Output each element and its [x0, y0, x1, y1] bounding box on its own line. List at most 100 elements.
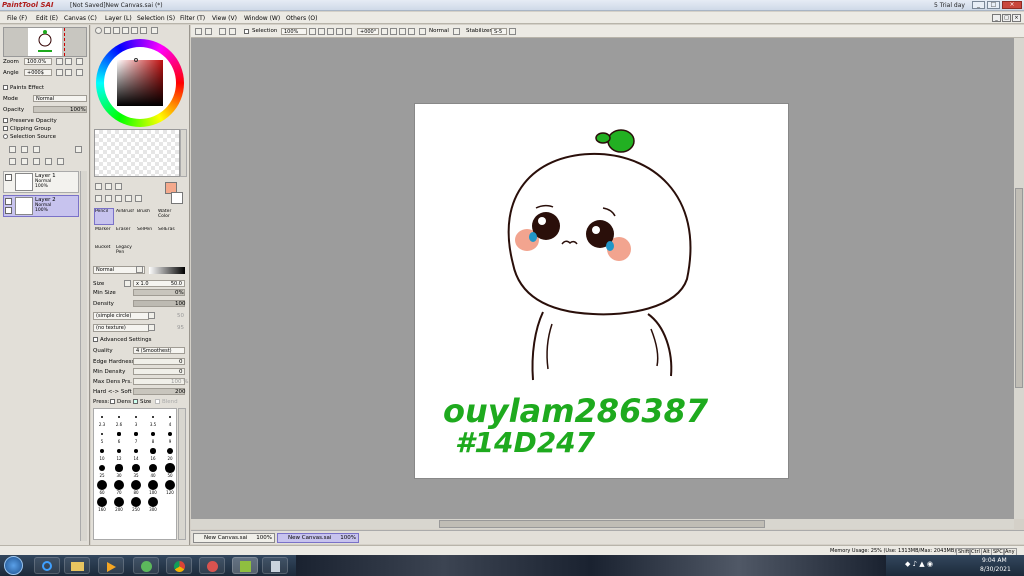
tool-airbrush[interactable]: AirBrush [115, 208, 135, 225]
size-slider[interactable]: x 1.0 50.0 [133, 280, 185, 287]
color-picker-cursor-icon[interactable] [134, 58, 138, 62]
pressure-blend-checkbox[interactable] [155, 399, 160, 404]
shape-dropdown-arrow-icon[interactable] [148, 312, 155, 319]
drawing-canvas[interactable]: ouylam286387 #14D247 [415, 104, 788, 478]
rotate-reset-icon[interactable] [408, 28, 415, 35]
layer-edit-pen-icon[interactable] [5, 207, 12, 214]
brush-size-preset[interactable]: 50 [162, 462, 178, 478]
brush-size-preset[interactable]: 160 [94, 496, 110, 512]
brush-edge-presets[interactable] [149, 267, 185, 274]
explorer-taskbar-icon[interactable] [64, 557, 90, 574]
menu-others[interactable]: Others (O) [286, 15, 317, 22]
start-button-icon[interactable] [4, 556, 23, 575]
toolbar-zoom-fit-icon[interactable] [345, 28, 352, 35]
mdi-minimize-icon[interactable]: _ [992, 14, 1001, 22]
toolbar-zoom-select[interactable]: 100% [281, 28, 307, 35]
tool-bucket[interactable]: Bucket [94, 244, 114, 261]
new-linework-layer-icon[interactable] [21, 146, 28, 153]
min-density-slider[interactable] [133, 368, 185, 375]
edge-hardness-slider[interactable] [133, 358, 185, 365]
brush-size-preset[interactable]: 70 [111, 479, 127, 495]
tool-water-color[interactable]: Water Color [157, 208, 177, 225]
zoom-field[interactable]: 100.0% [24, 58, 52, 65]
toolbar-blend-mode[interactable]: Normal [429, 28, 449, 34]
saturation-value-square[interactable] [117, 60, 163, 106]
brush-size-preset[interactable]: 30 [111, 462, 127, 478]
stabilizer-select[interactable]: S-5 [491, 28, 507, 35]
mdi-restore-icon[interactable]: □ [1002, 14, 1011, 22]
tool-seleras[interactable]: SelEras [157, 226, 177, 243]
scratchpad-mode-icon[interactable] [140, 27, 147, 34]
brush-size-preset[interactable]: 20 [162, 445, 178, 461]
new-layer-icon[interactable] [9, 146, 16, 153]
brush-size-scrollbar[interactable] [178, 408, 186, 540]
pressure-size-checkbox[interactable] [133, 399, 138, 404]
swatches-mode-icon[interactable] [131, 27, 138, 34]
deselect-icon[interactable] [219, 28, 226, 35]
brush-size-preset[interactable]: 16 [145, 445, 161, 461]
tool-brush[interactable]: Brush [136, 208, 156, 225]
brush-size-preset[interactable]: 3.5 [145, 411, 161, 427]
vertical-scrollbar[interactable] [1014, 38, 1024, 519]
tool-pencil[interactable]: Pencil [94, 208, 114, 225]
new-folder-icon[interactable] [33, 146, 40, 153]
brush-size-preset[interactable]: 6 [111, 428, 127, 444]
color-options-icon[interactable] [151, 27, 158, 34]
size-lock-icon[interactable] [124, 280, 131, 287]
document-tab-1[interactable]: New Canvas.sai 100% [193, 533, 275, 543]
chrome-taskbar-icon[interactable] [166, 557, 192, 574]
tool-eraser[interactable]: Eraser [115, 226, 135, 243]
hue-ring[interactable] [96, 39, 184, 127]
selection-tool-icon[interactable] [95, 183, 102, 190]
brush-size-preset[interactable]: 4 [162, 411, 178, 427]
selection-source-checkbox[interactable] [3, 134, 8, 139]
brush-size-preset[interactable]: 120 [162, 479, 178, 495]
clipping-group-checkbox[interactable] [3, 126, 8, 131]
scratchpad[interactable] [94, 129, 180, 177]
tool-marker[interactable]: Marker [94, 226, 114, 243]
toolbar-angle-select[interactable]: +000° [357, 28, 379, 35]
zoom-out-icon[interactable] [56, 58, 63, 65]
brush-size-preset[interactable]: 60 [94, 479, 110, 495]
angle-field[interactable]: +000$ [24, 69, 52, 76]
eyedropper-tool-icon[interactable] [135, 195, 142, 202]
menu-layer[interactable]: Layer (L) [105, 15, 132, 22]
brush-size-preset[interactable]: 2.3 [94, 411, 110, 427]
horizontal-scroll-thumb[interactable] [439, 520, 765, 528]
move-tool-icon[interactable] [95, 195, 102, 202]
painttool-sai-taskbar-icon[interactable] [232, 557, 258, 574]
rotate-tool-icon[interactable] [115, 195, 122, 202]
brush-size-preset[interactable]: 300 [145, 496, 161, 512]
texture-dropdown-arrow-icon[interactable] [148, 324, 155, 331]
lasso-tool-icon[interactable] [105, 183, 112, 190]
brush-size-preset[interactable]: 25 [94, 462, 110, 478]
merge-down-icon[interactable] [21, 158, 28, 165]
palette-mode-icon[interactable] [122, 27, 129, 34]
layer-visibility-eye-icon[interactable] [5, 198, 12, 205]
zoom-tool-icon[interactable] [105, 195, 112, 202]
stabilizer-dropdown-icon[interactable] [509, 28, 516, 35]
brush-size-preset[interactable]: 10 [94, 445, 110, 461]
flip-icon[interactable] [76, 69, 83, 76]
toolbar-zoom-in-icon[interactable] [327, 28, 334, 35]
preserve-opacity-checkbox[interactable] [3, 118, 8, 123]
quality-select[interactable]: 4 (Smoothest) [133, 347, 185, 354]
mdi-close-icon[interactable]: × [1012, 14, 1021, 22]
zoom-in-icon[interactable] [65, 58, 72, 65]
brush-size-preset[interactable]: 2.6 [111, 411, 127, 427]
brush-size-preset[interactable]: 250 [128, 496, 144, 512]
clear-layer-icon[interactable] [33, 158, 40, 165]
pressure-density-checkbox[interactable] [110, 399, 115, 404]
app-green-taskbar-icon[interactable] [133, 557, 159, 574]
undo-icon[interactable] [195, 28, 202, 35]
brush-size-preset[interactable]: 80 [128, 479, 144, 495]
tool-legacy-pen[interactable]: Legacy Pen [115, 244, 135, 261]
brush-size-preset[interactable]: 5 [94, 428, 110, 444]
rotate-cw-icon[interactable] [399, 28, 406, 35]
scratchpad-scrollbar[interactable] [180, 129, 187, 177]
calculator-taskbar-icon[interactable] [262, 557, 288, 574]
advanced-settings-toggle[interactable] [93, 337, 98, 342]
layer-list-scrollbar[interactable] [80, 171, 87, 541]
magic-wand-icon[interactable] [115, 183, 122, 190]
brush-size-preset[interactable]: 35 [128, 462, 144, 478]
